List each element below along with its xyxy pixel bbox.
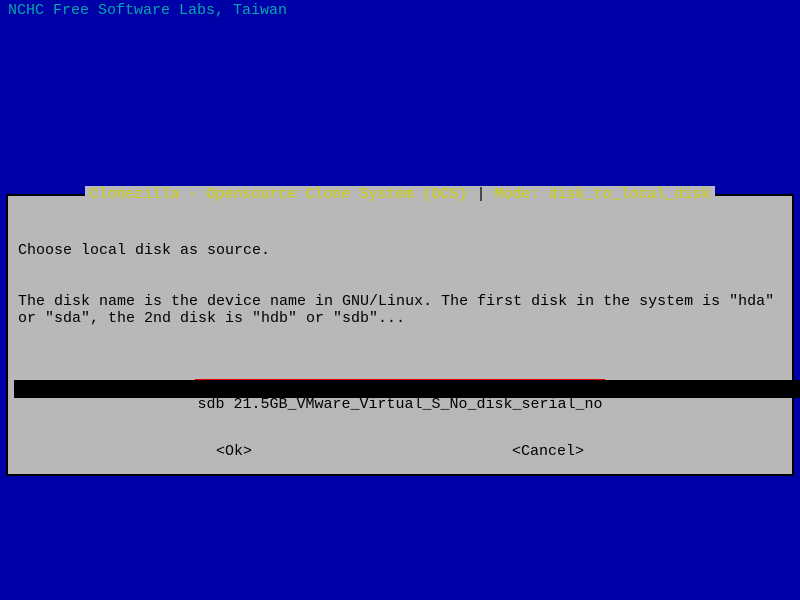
disk-dev: sdb <box>197 396 224 413</box>
cancel-button[interactable]: <Cancel> <box>512 443 584 460</box>
title-mode: Mode: disk_to_local_disk <box>495 186 711 203</box>
dialog-title: Clonezilla - Opensource Clone System (OC… <box>8 186 792 203</box>
dialog-shadow <box>14 380 800 398</box>
page-header: NCHC Free Software Labs, Taiwan <box>0 0 800 19</box>
title-sep: | <box>468 186 495 203</box>
source-disk-dialog: Clonezilla - Opensource Clone System (OC… <box>6 194 794 476</box>
dialog-container: Clonezilla - Opensource Clone System (OC… <box>6 194 794 476</box>
body-line: Choose local disk as source. <box>18 242 782 259</box>
dialog-buttons: <Ok> <Cancel> <box>16 443 784 462</box>
ok-button[interactable]: <Ok> <box>216 443 252 460</box>
body-line: The disk name is the device name in GNU/… <box>18 293 782 327</box>
dialog-body: Choose local disk as source. The disk na… <box>16 208 784 361</box>
title-app: Clonezilla - Opensource Clone System (OC… <box>89 186 467 203</box>
disk-option-sdb[interactable]: sdb 21.5GB_VMware_Virtual_S_No_disk_seri… <box>195 396 604 413</box>
disk-desc: 21.5GB_VMware_Virtual_S_No_disk_serial_n… <box>233 396 602 413</box>
